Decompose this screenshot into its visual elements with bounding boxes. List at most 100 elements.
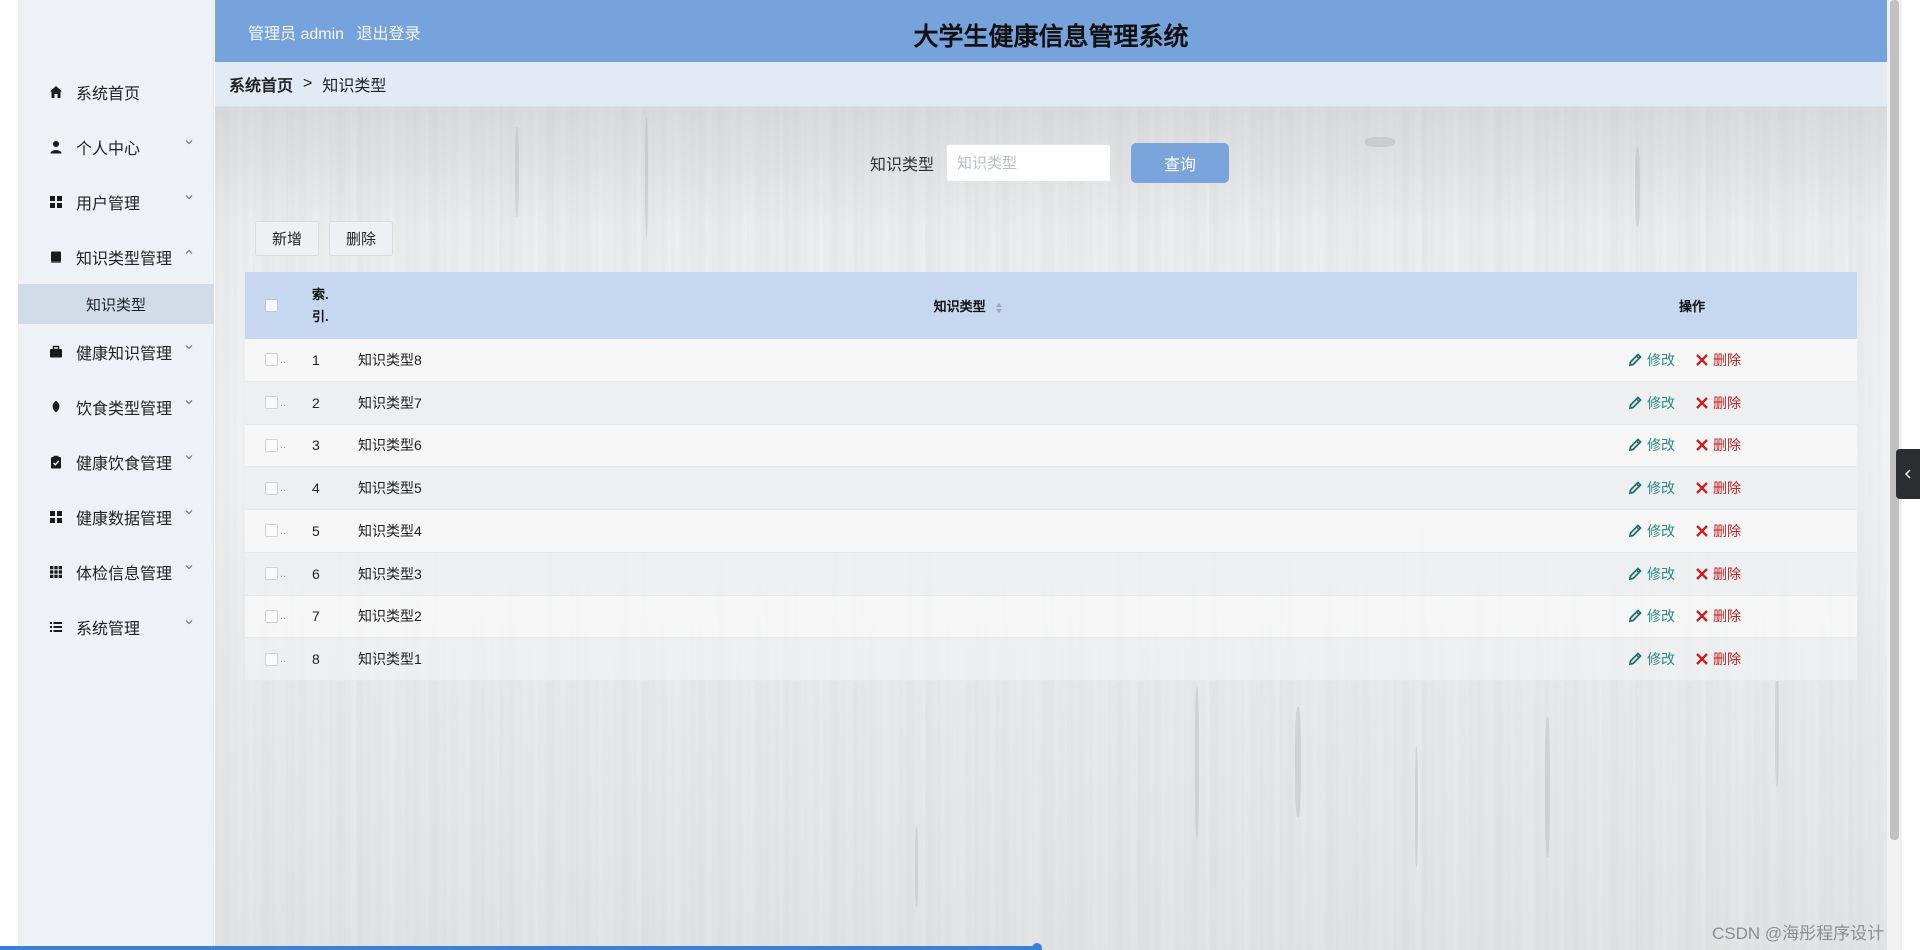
row-delete-button[interactable]: 删除 [1695, 350, 1741, 370]
scrollbar-thumb[interactable] [1890, 0, 1899, 840]
app-window: 系统首页 个人中心 用户管理 知识类型管理 知识类型 健康知识管理 饮食类型管理… [0, 0, 1920, 950]
edit-button[interactable]: 修改 [1627, 564, 1675, 584]
sidebar-item-user-management[interactable]: 用户管理 [18, 174, 214, 229]
table-row[interactable]: .. 7 知识类型2 修改 删除 [245, 595, 1857, 639]
table-row[interactable]: .. 8 知识类型1 修改 删除 [245, 638, 1857, 681]
checkbox-ellipsis: .. [280, 482, 287, 495]
edit-button[interactable]: 修改 [1627, 393, 1675, 413]
briefcase-icon [48, 344, 64, 360]
sidebar-item-home[interactable]: 系统首页 [18, 64, 214, 119]
breadcrumb-current: 知识类型 [322, 78, 387, 95]
table-row[interactable]: .. 6 知识类型3 修改 删除 [245, 552, 1857, 596]
row-actions: 修改 删除 [1587, 478, 1857, 498]
row-checkbox[interactable] [265, 567, 278, 581]
watermark: CSDN @海彤程序设计 [1712, 924, 1885, 943]
row-checkbox[interactable] [265, 524, 278, 538]
edit-icon [1628, 566, 1642, 580]
row-checkbox[interactable] [265, 438, 278, 452]
delete-label: 删除 [1713, 480, 1741, 497]
select-all-checkbox[interactable] [265, 299, 278, 312]
sidebar-item-personal-center[interactable]: 个人中心 [18, 119, 214, 174]
sidebar-item-physical-exam-management[interactable]: 体检信息管理 [18, 544, 214, 599]
row-delete-button[interactable]: 删除 [1695, 649, 1741, 669]
edit-button[interactable]: 修改 [1627, 521, 1675, 541]
texture-mark [1545, 717, 1550, 857]
sidebar-item-system-management[interactable]: 系统管理 [18, 599, 214, 654]
chevron-down-icon [185, 400, 193, 405]
row-checkbox[interactable] [265, 609, 278, 623]
edit-label: 修改 [1647, 351, 1675, 368]
sidebar-item-label: 用户管理 [76, 195, 141, 213]
chevron-left-icon [1904, 469, 1911, 479]
sidebar-item-label: 系统管理 [76, 620, 141, 638]
edit-icon [1628, 524, 1642, 537]
texture-mark [1195, 687, 1199, 837]
close-icon [1696, 354, 1708, 366]
clipboard-icon [48, 454, 64, 470]
row-checkbox[interactable] [265, 353, 278, 367]
edit-icon [1628, 438, 1642, 452]
texture-mark [915, 827, 918, 907]
edit-button[interactable]: 修改 [1627, 649, 1675, 669]
edit-button[interactable]: 修改 [1627, 435, 1675, 455]
search-input[interactable] [946, 144, 1112, 182]
row-checkbox[interactable] [265, 481, 278, 495]
sidebar-item-label: 系统首页 [76, 85, 141, 103]
edit-button[interactable]: 修改 [1627, 478, 1675, 498]
table-row[interactable]: .. 5 知识类型4 修改 删除 [245, 510, 1857, 553]
search-button[interactable]: 查询 [1131, 143, 1230, 183]
row-delete-button[interactable]: 删除 [1695, 521, 1741, 541]
row-delete-button[interactable]: 删除 [1695, 606, 1741, 626]
sidebar-menu: 系统首页 个人中心 用户管理 知识类型管理 知识类型 健康知识管理 饮食类型管理… [18, 64, 214, 654]
row-index: 7 [312, 608, 320, 625]
video-progress-bar[interactable] [0, 943, 1920, 950]
row-actions: 修改 删除 [1587, 393, 1857, 413]
sidebar-item-label: 知识类型管理 [76, 250, 173, 268]
home-icon [48, 84, 64, 100]
toolbar: 新增 删除 [255, 221, 403, 256]
row-delete-button[interactable]: 删除 [1695, 478, 1741, 498]
column-header-knowledge-type[interactable]: 知识类型 [350, 296, 1587, 315]
row-index: 4 [312, 480, 320, 497]
sort-icon[interactable] [995, 302, 1003, 314]
row-knowledge-type: 知识类型6 [358, 437, 422, 454]
row-delete-button[interactable]: 删除 [1695, 435, 1741, 455]
sidebar-subitem-knowledge-type[interactable]: 知识类型 [18, 284, 214, 324]
close-icon [1696, 610, 1708, 623]
breadcrumb-home-link[interactable]: 系统首页 [229, 72, 293, 96]
edit-button[interactable]: 修改 [1627, 350, 1675, 370]
edit-label: 修改 [1647, 565, 1675, 582]
video-progress-handle[interactable] [1031, 943, 1042, 950]
edit-label: 修改 [1647, 437, 1675, 454]
table-row[interactable]: .. 3 知识类型6 修改 删除 [245, 424, 1857, 468]
table-row[interactable]: .. 1 知识类型8 修改 删除 [245, 339, 1857, 382]
row-delete-button[interactable]: 删除 [1695, 393, 1741, 413]
row-actions: 修改 删除 [1587, 350, 1857, 370]
texture-mark [1415, 747, 1418, 867]
sidebar-item-health-data-management[interactable]: 健康数据管理 [18, 489, 214, 544]
sidebar-item-diet-type-management[interactable]: 饮食类型管理 [18, 379, 214, 434]
left-margin [0, 0, 18, 950]
close-icon [1696, 396, 1708, 409]
row-delete-button[interactable]: 删除 [1695, 564, 1741, 584]
checkbox-ellipsis: .. [280, 610, 287, 623]
chevron-down-icon [185, 510, 193, 515]
row-checkbox[interactable] [265, 396, 278, 410]
table-row[interactable]: .. 4 知识类型5 修改 删除 [245, 467, 1857, 510]
sidebar-item-knowledge-type-management[interactable]: 知识类型管理 [18, 229, 214, 284]
grid-icon [48, 509, 64, 525]
edit-button[interactable]: 修改 [1627, 606, 1675, 626]
sidebar-item-healthy-diet-management[interactable]: 健康饮食管理 [18, 434, 214, 489]
delete-button[interactable]: 删除 [329, 221, 394, 256]
row-knowledge-type: 知识类型2 [358, 608, 422, 625]
row-checkbox[interactable] [265, 652, 278, 666]
data-table: 索. 引. 知识类型 操作 .. 1 知识类型8 修改 删除.. 2 知识类型7 修改 删除..… [245, 272, 1857, 681]
delete-label: 删除 [1713, 608, 1741, 625]
add-button[interactable]: 新增 [255, 221, 320, 256]
table-row[interactable]: .. 2 知识类型7 修改 删除 [245, 381, 1857, 425]
collapse-panel-button[interactable] [1896, 449, 1920, 499]
sidebar-item-label: 饮食类型管理 [76, 400, 173, 418]
column-header-actions: 操作 [1678, 299, 1705, 314]
sidebar-item-health-knowledge-management[interactable]: 健康知识管理 [18, 324, 214, 379]
sidebar-subitem-label: 知识类型 [86, 296, 147, 314]
